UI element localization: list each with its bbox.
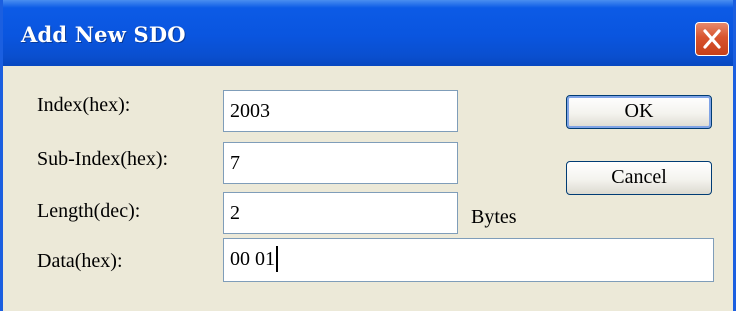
cancel-button[interactable]: Cancel — [566, 161, 712, 195]
dialog-body: Index(hex): 2003 Sub-Index(hex): 7 Lengt… — [3, 66, 733, 311]
bytes-unit-label: Bytes — [471, 206, 517, 228]
data-input-value: 00 01 — [230, 248, 275, 270]
length-label: Length(dec): — [37, 200, 141, 222]
length-input-value: 2 — [230, 202, 240, 224]
dialog-window: Add New SDO Index(hex): 2003 Sub-Index(h… — [0, 0, 736, 311]
subindex-input[interactable]: 7 — [223, 142, 458, 184]
index-input[interactable]: 2003 — [223, 90, 458, 132]
dialog-title: Add New SDO — [21, 22, 186, 47]
length-input[interactable]: 2 — [223, 192, 458, 234]
subindex-label: Sub-Index(hex): — [37, 148, 169, 170]
data-label: Data(hex): — [37, 250, 123, 272]
data-input[interactable]: 00 01 — [223, 238, 714, 282]
title-bar[interactable]: Add New SDO — [3, 0, 733, 66]
close-icon — [703, 29, 721, 49]
ok-button[interactable]: OK — [566, 95, 712, 129]
subindex-input-value: 7 — [230, 152, 240, 174]
text-caret — [276, 245, 278, 272]
index-label: Index(hex): — [37, 94, 131, 116]
close-button[interactable] — [695, 22, 729, 56]
index-input-value: 2003 — [230, 100, 270, 122]
